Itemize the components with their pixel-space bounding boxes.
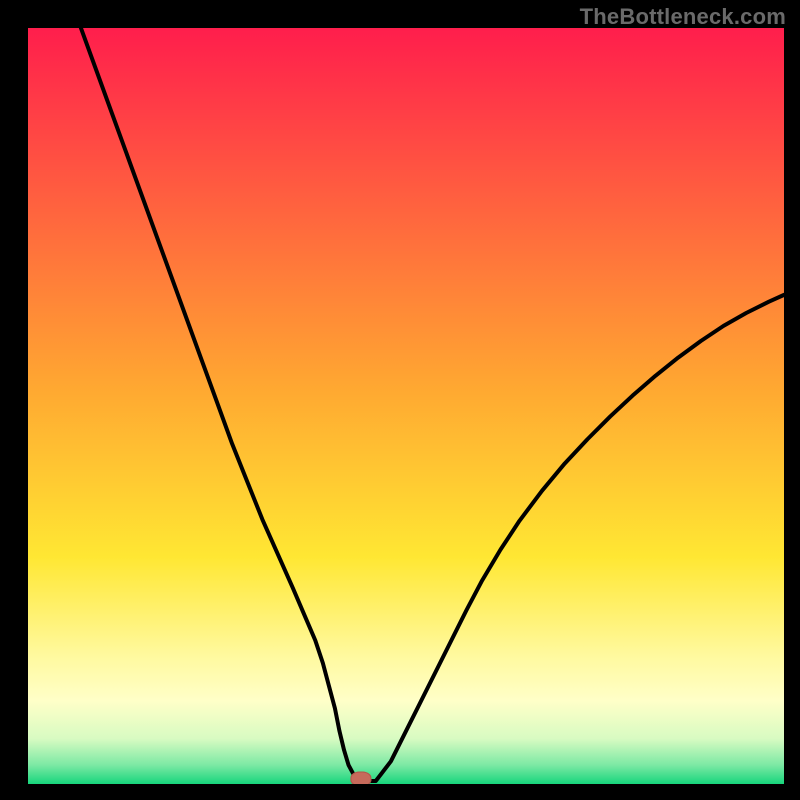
watermark-text: TheBottleneck.com: [580, 4, 786, 30]
curve-path: [81, 28, 784, 781]
plot-area: [28, 28, 784, 784]
bottleneck-curve: [28, 28, 784, 784]
chart-frame: TheBottleneck.com: [0, 0, 800, 800]
optimal-point-marker: [350, 771, 371, 784]
